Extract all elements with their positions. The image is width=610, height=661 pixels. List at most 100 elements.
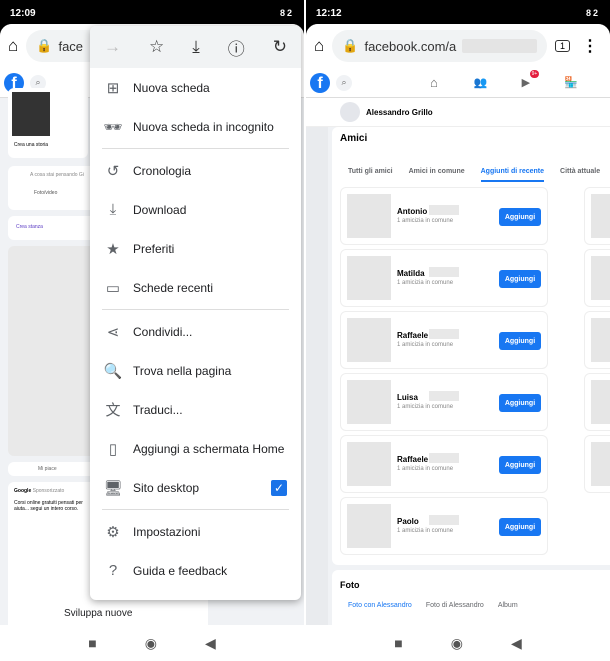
composer-placeholder: A cosa stai pensando Gi	[30, 172, 84, 178]
refresh-icon[interactable]: ↻	[273, 37, 287, 57]
menu-item-label: Cronologia	[133, 163, 192, 178]
menu-divider	[102, 509, 289, 510]
ad-card-title[interactable]: Sviluppa nuove	[58, 604, 154, 625]
info-icon[interactable]: ⓘ	[228, 35, 245, 60]
photos-tab[interactable]: Foto con Alessandro	[348, 602, 412, 609]
friend-photo[interactable]	[591, 380, 610, 424]
friend-name[interactable]: Antonio	[397, 207, 427, 216]
friend-photo[interactable]	[591, 194, 610, 238]
friend-name[interactable]: Raffaele	[397, 455, 428, 464]
friend-photo[interactable]	[591, 256, 610, 300]
menu-item-nuova-scheda[interactable]: ⊞ Nuova scheda	[90, 68, 301, 107]
profile-header[interactable]: Alessandro Grillo	[306, 98, 610, 127]
friend-card: C	[584, 311, 610, 369]
photos-tab[interactable]: Foto di Alessandro	[426, 602, 484, 609]
status-bar: 12:12 82	[306, 0, 610, 26]
friend-photo[interactable]	[347, 380, 391, 424]
friend-card: L	[584, 373, 610, 431]
friend-photo[interactable]	[347, 504, 391, 548]
search-icon[interactable]: ⌕	[336, 74, 352, 91]
menu-item-condividi[interactable]: ⋖ Condividi...	[90, 312, 301, 351]
mutual-friends: 1 amicizia in comune	[397, 404, 454, 410]
add-friend-button[interactable]: Aggiungi	[499, 394, 541, 412]
friend-card: Antonio 1 amicizia in comune Aggiungi	[340, 187, 548, 245]
back-icon[interactable]: ◀	[205, 635, 216, 652]
add-friend-button[interactable]: Aggiungi	[499, 332, 541, 350]
friends-section: Amici Tutti gli amici Amici in comune Aggi…	[332, 127, 610, 565]
menu-item-preferiti[interactable]: ★ Preferiti	[90, 229, 301, 268]
photos-tab[interactable]: Album	[498, 602, 518, 609]
menu-item-label: Guida e feedback	[133, 563, 228, 578]
menu-item-sito-desktop[interactable]: 🖥 Sito desktop ✓	[90, 468, 301, 507]
star-icon[interactable]: ☆	[149, 37, 164, 57]
back-icon[interactable]: ◀	[511, 635, 522, 652]
home-icon[interactable]: ⌂	[8, 36, 18, 56]
story-card[interactable]: Crea una storia	[8, 88, 88, 158]
home-button-icon[interactable]: ◉	[451, 635, 463, 652]
menu-header: → ☆ ⤓ ⓘ ↻	[90, 26, 301, 68]
mutual-friends: 1 amicizia in comune	[397, 280, 454, 286]
friend-name[interactable]: Raffaele	[397, 331, 428, 340]
menu-item-label: Trova nella pagina	[133, 363, 232, 378]
recents-icon[interactable]: ■	[88, 635, 96, 651]
android-nav-bar: ■ ◉ ◀	[306, 625, 610, 661]
address-bar[interactable]: 🔒 facebook.com/a	[332, 30, 547, 62]
home-icon[interactable]: ⌂	[314, 36, 324, 56]
add-friend-button[interactable]: Aggiungi	[499, 456, 541, 474]
friend-card: Luisa 1 amicizia in comune Aggiungi	[340, 373, 548, 431]
friend-photo[interactable]	[347, 194, 391, 238]
friend-name[interactable]: Matilda	[397, 269, 425, 278]
home-tab-icon[interactable]: ⌂	[430, 75, 438, 90]
menu-item-trova-nella-pagina[interactable]: 🔍 Trova nella pagina	[90, 351, 301, 390]
android-nav-bar: ■ ◉ ◀	[0, 625, 304, 661]
menu-item-guida-e-feedback[interactable]: ? Guida e feedback	[90, 551, 301, 590]
friend-photo[interactable]	[347, 256, 391, 300]
friends-title: Amici	[340, 133, 368, 144]
menu-item-nuova-scheda-in-incognito[interactable]: 🕶 Nuova scheda in incognito	[90, 107, 301, 146]
menu-item-traduci[interactable]: 文 Traduci...	[90, 390, 301, 429]
profile-name: Alessandro Grillo	[366, 107, 433, 117]
menu-item-cronologia[interactable]: ↺ Cronologia	[90, 151, 301, 190]
recents-icon[interactable]: ■	[394, 635, 402, 651]
devices-icon: ▭	[105, 279, 121, 297]
menu-item-label: Schede recenti	[133, 280, 214, 295]
friend-photo[interactable]	[347, 442, 391, 486]
menu-item-aggiungi-a-schermata-home[interactable]: ▯ Aggiungi a schermata Home	[90, 429, 301, 468]
like-label: Mi piace	[38, 466, 57, 472]
desktop-icon: 🖥	[103, 479, 123, 497]
menu-item-label: Sito desktop	[133, 480, 200, 495]
menu-item-download[interactable]: ⤓ Download	[90, 190, 301, 229]
marketplace-tab-icon[interactable]: 🏪	[564, 76, 578, 89]
story-photo	[12, 92, 50, 136]
watch-tab-icon[interactable]: ▶ 9+	[522, 70, 540, 89]
forward-icon[interactable]: →	[104, 37, 121, 57]
friend-name[interactable]: Paolo	[397, 517, 419, 526]
friends-tab-icon[interactable]: 👥	[474, 76, 488, 89]
friend-photo[interactable]	[347, 318, 391, 362]
lock-icon: 🔒	[342, 38, 359, 53]
friend-name[interactable]: Luisa	[397, 393, 418, 402]
desktop-site-checkbox[interactable]: ✓	[271, 479, 287, 496]
download-icon[interactable]: ⤓	[192, 37, 200, 57]
tab-switcher-button[interactable]: 1	[554, 40, 570, 52]
friend-photo[interactable]	[591, 318, 610, 362]
menu-item-schede-recenti[interactable]: ▭ Schede recenti	[90, 268, 301, 307]
ad-text: Corsi online gratuiti pensati per aiuta.…	[14, 500, 83, 512]
add-friend-button[interactable]: Aggiungi	[499, 208, 541, 226]
friends-tab[interactable]: Aggiunti di recente	[480, 168, 545, 182]
mutual-friends: 1 amicizia in comune	[397, 342, 454, 348]
settings-icon: ⚙	[106, 523, 120, 541]
friend-photo[interactable]	[591, 442, 610, 486]
mutual-friends: 1 amicizia in comune	[397, 466, 454, 472]
chrome-toolbar: ⌂ 🔒 facebook.com/a 1 ⋮	[306, 24, 610, 68]
star-filled-icon: ★	[106, 240, 120, 258]
home-button-icon[interactable]: ◉	[145, 635, 157, 652]
mutual-friends: 1 amicizia in comune	[397, 218, 454, 224]
menu-item-impostazioni[interactable]: ⚙ Impostazioni	[90, 512, 301, 551]
more-menu-icon[interactable]: ⋮	[582, 36, 598, 56]
facebook-logo[interactable]: f	[310, 72, 330, 93]
menu-item-label: Download	[133, 202, 187, 217]
add-friend-button[interactable]: Aggiungi	[499, 518, 541, 536]
add-friend-button[interactable]: Aggiungi	[499, 270, 541, 288]
friend-card: Raffaele 1 amicizia in comune Aggiungi	[340, 311, 548, 369]
